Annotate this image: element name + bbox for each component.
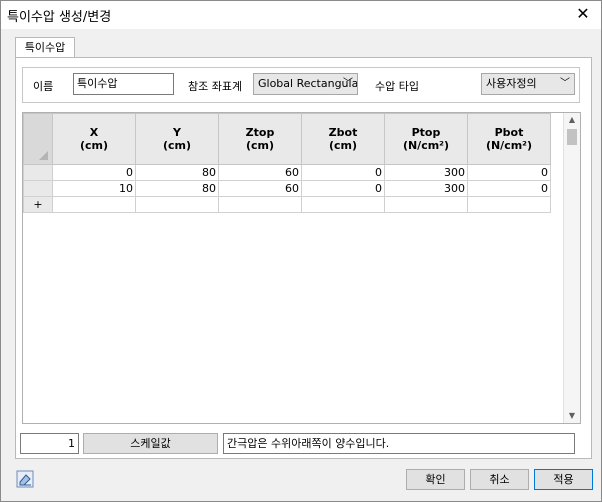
scroll-up-icon[interactable]: ▲ bbox=[564, 113, 580, 127]
eraser-icon[interactable] bbox=[16, 470, 34, 488]
tab-panel: 이름 특이수압 참조 좌표계 Global Rectangula ﹀ 수압 타입… bbox=[15, 57, 592, 459]
new-cell-ztop[interactable] bbox=[218, 196, 302, 213]
cancel-button[interactable]: 취소 bbox=[470, 469, 529, 490]
window-title: 특이수압 생성/변경 bbox=[7, 10, 112, 25]
cell-ztop[interactable]: 60 bbox=[218, 164, 302, 181]
name-label: 이름 bbox=[33, 80, 54, 93]
col-header-ptop[interactable]: Ptop (N/cm²) bbox=[384, 113, 468, 165]
pressure-grid[interactable]: X (cm) Y (cm) Ztop (cm) Zbot (cm) Ptop (N/cm²… bbox=[22, 112, 581, 424]
ref-coord-label: 참조 좌표계 bbox=[188, 80, 243, 93]
pressure-type-select[interactable]: 사용자정의 ﹀ bbox=[481, 73, 575, 95]
title-bar: 특이수압 생성/변경 ✕ bbox=[1, 1, 601, 29]
col-header-y[interactable]: Y (cm) bbox=[135, 113, 219, 165]
close-icon[interactable]: ✕ bbox=[573, 4, 593, 24]
ref-coord-select[interactable]: Global Rectangula ﹀ bbox=[253, 73, 358, 95]
col-header-zbot[interactable]: Zbot (cm) bbox=[301, 113, 385, 165]
new-cell-ptop[interactable] bbox=[384, 196, 468, 213]
cell-x[interactable]: 10 bbox=[52, 180, 136, 197]
cell-y[interactable]: 80 bbox=[135, 164, 219, 181]
scale-button[interactable]: 스케일값 bbox=[83, 433, 218, 454]
col-header-ztop[interactable]: Ztop (cm) bbox=[218, 113, 302, 165]
scroll-thumb[interactable] bbox=[567, 129, 577, 145]
chevron-down-icon: ﹀ bbox=[343, 78, 353, 89]
pressure-table: X (cm) Y (cm) Ztop (cm) Zbot (cm) Ptop (N/cm²… bbox=[23, 113, 551, 213]
cell-ztop[interactable]: 60 bbox=[218, 180, 302, 197]
row-header[interactable] bbox=[23, 180, 53, 197]
cell-pbot[interactable]: 0 bbox=[467, 180, 551, 197]
pressure-type-value: 사용자정의 bbox=[486, 77, 537, 90]
scale-input[interactable]: 1 bbox=[20, 433, 79, 454]
new-cell-y[interactable] bbox=[135, 196, 219, 213]
pressure-type-label: 수압 타입 bbox=[375, 80, 419, 93]
cell-ptop[interactable]: 300 bbox=[384, 164, 468, 181]
row-header[interactable] bbox=[23, 164, 53, 181]
ok-button[interactable]: 확인 bbox=[406, 469, 465, 490]
col-header-x[interactable]: X (cm) bbox=[52, 113, 136, 165]
name-input[interactable]: 특이수압 bbox=[73, 73, 174, 95]
cell-x[interactable]: 0 bbox=[52, 164, 136, 181]
grid-corner[interactable] bbox=[23, 113, 53, 165]
table-row: 0 80 60 0 300 0 bbox=[23, 164, 551, 181]
properties-box: 이름 특이수압 참조 좌표계 Global Rectangula ﹀ 수압 타입… bbox=[22, 67, 580, 103]
cell-pbot[interactable]: 0 bbox=[467, 164, 551, 181]
dialog-window: 특이수압 생성/변경 ✕ 특이수압 이름 특이수압 참조 좌표계 Global … bbox=[0, 0, 602, 502]
info-message: 간극압은 수위아래쪽이 양수입니다. bbox=[223, 433, 575, 454]
table-row: 10 80 60 0 300 0 bbox=[23, 180, 551, 197]
new-cell-x[interactable] bbox=[52, 196, 136, 213]
new-cell-pbot[interactable] bbox=[467, 196, 551, 213]
col-header-pbot[interactable]: Pbot (N/cm²) bbox=[467, 113, 551, 165]
new-row: + bbox=[23, 196, 551, 213]
cell-ptop[interactable]: 300 bbox=[384, 180, 468, 197]
cell-zbot[interactable]: 0 bbox=[301, 164, 385, 181]
chevron-down-icon: ﹀ bbox=[560, 78, 570, 89]
cell-zbot[interactable]: 0 bbox=[301, 180, 385, 197]
add-row-icon[interactable]: + bbox=[23, 196, 53, 213]
new-cell-zbot[interactable] bbox=[301, 196, 385, 213]
tab-special-pressure[interactable]: 특이수압 bbox=[15, 37, 75, 58]
vertical-scrollbar[interactable]: ▲ ▼ bbox=[563, 113, 580, 423]
apply-button[interactable]: 적용 bbox=[534, 469, 593, 490]
cell-y[interactable]: 80 bbox=[135, 180, 219, 197]
scroll-down-icon[interactable]: ▼ bbox=[564, 409, 580, 423]
